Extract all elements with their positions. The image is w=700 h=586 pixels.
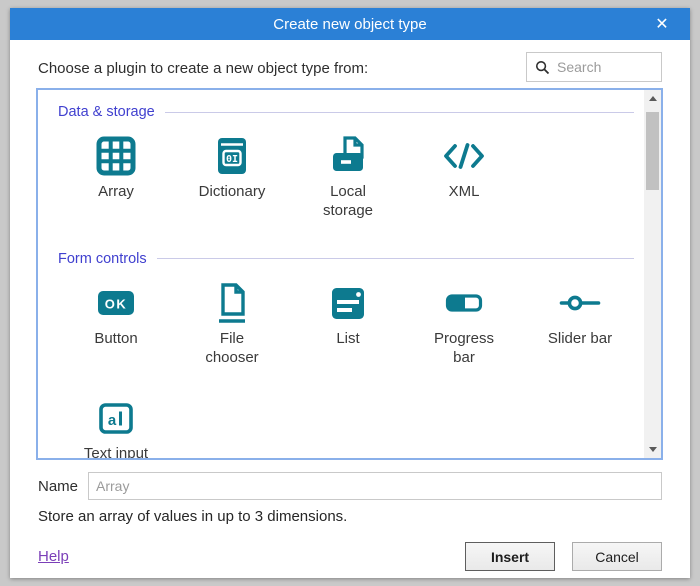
dialog-title: Create new object type (273, 16, 426, 33)
plugin-item-progress-bar[interactable]: Progress bar (406, 281, 522, 368)
list-icon (326, 281, 370, 325)
plugin-item-label: File chooser (196, 330, 268, 368)
plugin-category: Data & storage Array 0I Dictionary Local… (38, 104, 644, 237)
scrollbar[interactable] (644, 90, 661, 458)
category-title: Data & storage (58, 104, 155, 120)
cancel-button[interactable]: Cancel (572, 542, 662, 571)
plugin-item-label: List (336, 330, 359, 349)
progress-bar-icon (442, 281, 486, 325)
plugin-item-button[interactable]: OK Button (58, 281, 174, 368)
scroll-down-icon[interactable] (644, 441, 661, 458)
dictionary-icon: 0I (210, 134, 254, 178)
dialog-content: Choose a plugin to create a new object t… (10, 40, 690, 578)
category-divider (165, 112, 634, 113)
plugin-item-xml[interactable]: XML (406, 134, 522, 221)
category-title: Form controls (58, 251, 147, 267)
insert-button[interactable]: Insert (465, 542, 555, 571)
name-label: Name (38, 478, 78, 495)
plugin-item-file-chooser[interactable]: File chooser (174, 281, 290, 368)
scroll-up-icon[interactable] (644, 90, 661, 107)
plugin-item-array[interactable]: Array (58, 134, 174, 221)
file-chooser-icon (210, 281, 254, 325)
plugin-item-label: Progress bar (428, 330, 500, 368)
svg-text:0I: 0I (226, 154, 238, 165)
plugin-item-label: Array (98, 183, 134, 202)
search-box[interactable] (526, 52, 662, 82)
plugin-item-label: Text input (84, 445, 148, 458)
plugin-item-list[interactable]: List (290, 281, 406, 368)
help-link[interactable]: Help (38, 548, 69, 565)
plugin-item-label: Button (94, 330, 137, 349)
plugin-description: Store an array of values in up to 3 dime… (38, 508, 662, 525)
plugin-category: Form controls OK Button File chooser Lis… (38, 251, 644, 458)
array-icon (94, 134, 138, 178)
plugin-item-label: Dictionary (199, 183, 266, 202)
text-input-icon: a (94, 396, 138, 440)
xml-icon (442, 134, 486, 178)
close-icon[interactable]: ✕ (648, 8, 676, 40)
create-object-dialog: Create new object type ✕ Choose a plugin… (10, 8, 690, 578)
button-icon: OK (94, 281, 138, 325)
dialog-titlebar: Create new object type ✕ (10, 8, 690, 40)
plugin-item-local-storage[interactable]: Local storage (290, 134, 406, 221)
plugin-item-label: XML (449, 183, 480, 202)
plugin-list: Data & storage Array 0I Dictionary Local… (38, 90, 644, 458)
search-icon (535, 60, 550, 75)
name-input[interactable] (88, 472, 662, 500)
scrollbar-thumb[interactable] (646, 112, 659, 190)
svg-text:OK: OK (105, 296, 128, 311)
local-storage-icon (326, 134, 370, 178)
plugin-item-text-input[interactable]: a Text input (58, 396, 174, 458)
search-input[interactable] (555, 58, 661, 76)
plugin-item-label: Local storage (312, 183, 384, 221)
plugin-item-label: Slider bar (548, 330, 612, 349)
plugin-list-panel[interactable]: Data & storage Array 0I Dictionary Local… (36, 88, 663, 460)
plugin-item-dictionary[interactable]: 0I Dictionary (174, 134, 290, 221)
slider-bar-icon (558, 281, 602, 325)
category-divider (157, 258, 634, 259)
plugin-item-slider-bar[interactable]: Slider bar (522, 281, 638, 368)
prompt-label: Choose a plugin to create a new object t… (38, 60, 368, 77)
svg-text:a: a (108, 412, 117, 429)
